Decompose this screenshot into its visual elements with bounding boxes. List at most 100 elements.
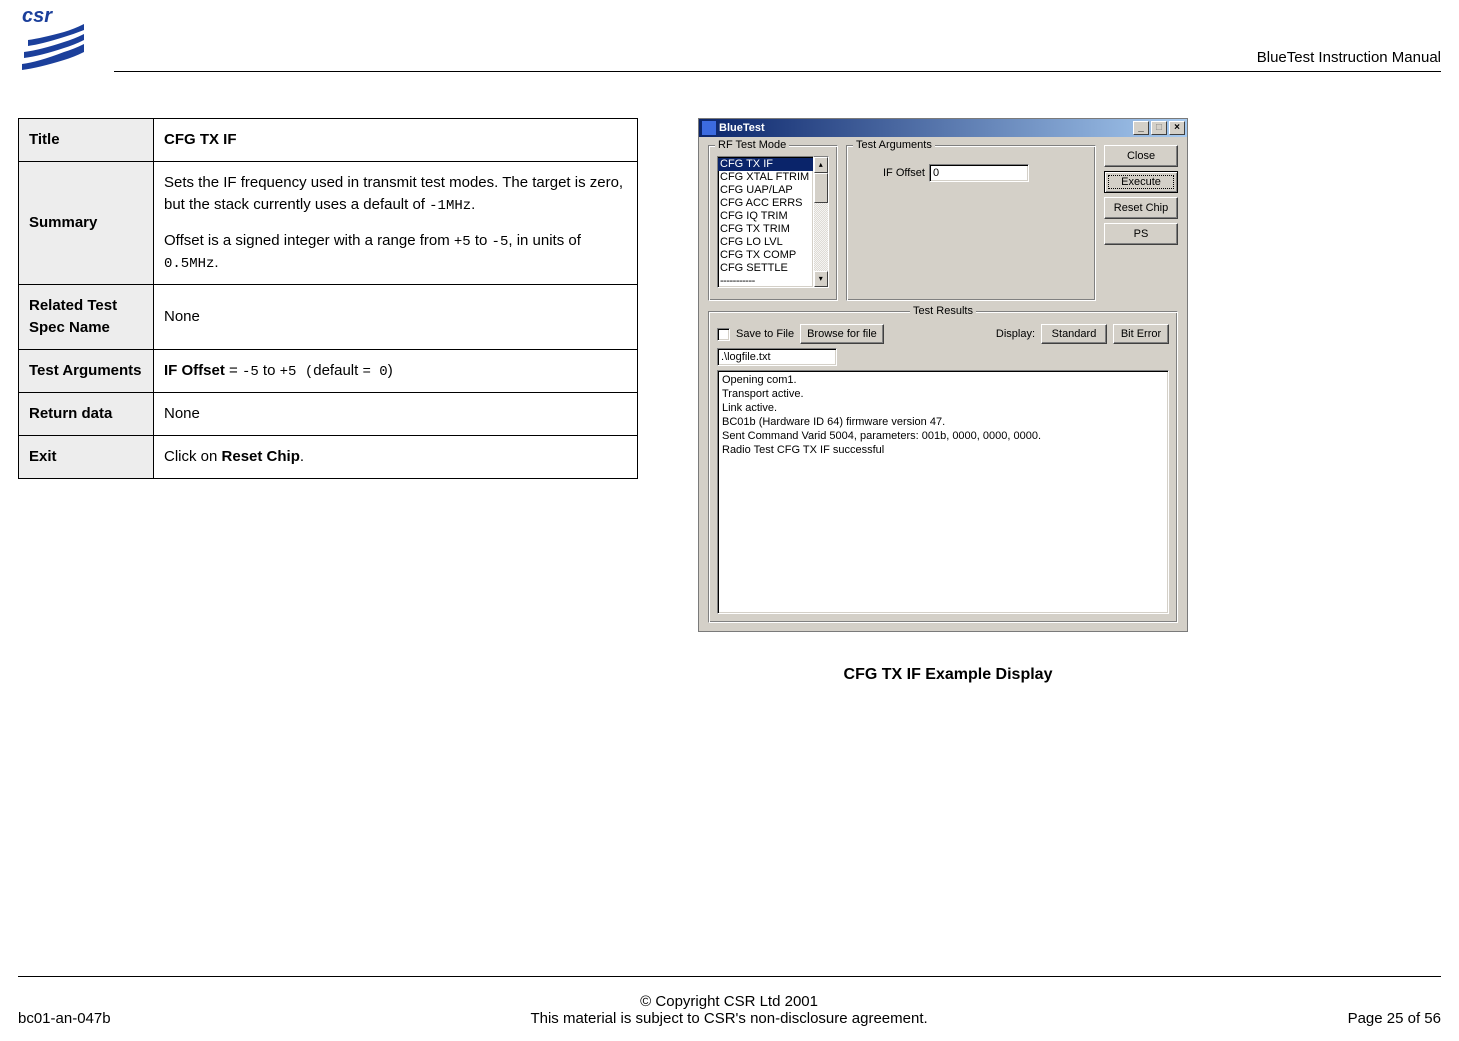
if-offset-input[interactable]: 0: [929, 164, 1029, 182]
t: Sets the IF frequency used in transmit t…: [164, 174, 623, 213]
row-args: Test Arguments IF Offset = -5 to +5 (def…: [19, 349, 638, 392]
if-offset-label: IF Offset: [883, 167, 925, 179]
t: default: [313, 362, 362, 379]
save-to-file-checkbox[interactable]: [717, 328, 730, 341]
t: , in units of: [508, 232, 581, 249]
t: ): [388, 362, 393, 379]
t: +5: [280, 364, 297, 380]
listbox-items[interactable]: CFG TX IF CFG XTAL FTRIM CFG UAP/LAP CFG…: [717, 156, 814, 288]
footer-right: Page 25 of 56: [1348, 1010, 1441, 1027]
listbox[interactable]: CFG TX IF CFG XTAL FTRIM CFG UAP/LAP CFG…: [717, 156, 829, 288]
t: (: [296, 364, 313, 380]
cell-title-value: CFG TX IF: [154, 119, 638, 162]
footer-rule: [18, 976, 1441, 977]
log-line: BC01b (Hardware ID 64) firmware version …: [722, 415, 1164, 429]
cell-related-label: Related Test Spec Name: [19, 285, 154, 350]
bluetest-window: BlueTest _ □ × RF Test Mode CFG TX I: [698, 118, 1188, 632]
list-item[interactable]: CFG LO LVL: [718, 236, 813, 249]
logfile-input[interactable]: .\logfile.txt: [717, 348, 837, 366]
cell-related-value: None: [154, 285, 638, 350]
list-item[interactable]: CFG UAP/LAP: [718, 184, 813, 197]
rf-group-title: RF Test Mode: [715, 139, 789, 151]
t: -5: [242, 364, 259, 380]
minimize-icon[interactable]: _: [1133, 121, 1149, 135]
t: Offset is a signed integer with a range …: [164, 232, 454, 249]
row-return: Return data None: [19, 393, 638, 436]
standard-button[interactable]: Standard: [1041, 324, 1107, 344]
log-line: Transport active.: [722, 387, 1164, 401]
list-item[interactable]: CFG TX COMP: [718, 249, 813, 262]
header-title: BlueTest Instruction Manual: [1257, 49, 1441, 66]
titlebar-buttons: _ □ ×: [1131, 121, 1187, 135]
log-line: Link active.: [722, 401, 1164, 415]
titlebar-text: BlueTest: [719, 119, 765, 137]
if-offset-row: IF Offset 0: [883, 164, 1087, 182]
caption: CFG TX IF Example Display: [698, 666, 1198, 684]
list-item[interactable]: CFG XTAL FTRIM: [718, 171, 813, 184]
save-to-file-label: Save to File: [736, 328, 794, 340]
summary-p2: Offset is a signed integer with a range …: [164, 230, 627, 275]
reset-chip-button[interactable]: Reset Chip: [1104, 197, 1178, 219]
scroll-down-icon[interactable]: ▾: [814, 271, 828, 287]
content: Title CFG TX IF Summary Sets the IF freq…: [18, 118, 1441, 684]
summary-p1: Sets the IF frequency used in transmit t…: [164, 172, 627, 216]
t: =: [225, 362, 242, 379]
t: .: [214, 254, 218, 271]
window-body: RF Test Mode CFG TX IF CFG XTAL FTRIM CF…: [699, 137, 1187, 631]
cell-args-value: IF Offset = -5 to +5 (default = 0): [154, 349, 638, 392]
footer-left: bc01-an-047b: [18, 1010, 111, 1027]
cell-args-label: Test Arguments: [19, 349, 154, 392]
csr-logo: csr: [18, 4, 96, 72]
log-line: Sent Command Varid 5004, parameters: 001…: [722, 429, 1164, 443]
scrollbar[interactable]: ▴ ▾: [814, 156, 829, 288]
t: 0.5MHz: [164, 256, 214, 272]
test-args-group: Test Arguments IF Offset 0: [846, 145, 1096, 301]
side-buttons: Close Execute Reset Chip PS: [1104, 145, 1178, 301]
list-separator: [718, 275, 813, 288]
scroll-thumb[interactable]: [814, 173, 828, 203]
footer: bc01-an-047b © Copyright CSR Ltd 2001 Th…: [18, 993, 1441, 1027]
cell-exit-value: Click on Reset Chip.: [154, 435, 638, 478]
close-button[interactable]: Close: [1104, 145, 1178, 167]
browse-button[interactable]: Browse for file: [800, 324, 884, 344]
maximize-icon[interactable]: □: [1151, 121, 1167, 135]
t: Reset Chip: [222, 448, 300, 465]
row-summary: Summary Sets the IF frequency used in tr…: [19, 161, 638, 285]
footer-center: © Copyright CSR Ltd 2001 This material i…: [111, 993, 1348, 1027]
list-item[interactable]: CFG ACC ERRS: [718, 197, 813, 210]
log-textarea[interactable]: Opening com1. Transport active. Link act…: [717, 370, 1169, 614]
test-results-group: Test Results Save to File Browse for fil…: [708, 311, 1178, 623]
info-table-area: Title CFG TX IF Summary Sets the IF freq…: [18, 118, 638, 684]
cell-title-label: Title: [19, 119, 154, 162]
titlebar[interactable]: BlueTest _ □ ×: [699, 119, 1187, 137]
list-item[interactable]: CFG SETTLE: [718, 262, 813, 275]
list-item[interactable]: CFG IQ TRIM: [718, 210, 813, 223]
display-label: Display:: [996, 328, 1035, 340]
execute-button[interactable]: Execute: [1104, 171, 1178, 193]
app-icon: [702, 121, 716, 135]
copyright: © Copyright CSR Ltd 2001: [111, 993, 1348, 1010]
log-line: Opening com1.: [722, 373, 1164, 387]
results-row-1: Save to File Browse for file Display: St…: [717, 324, 1169, 344]
list-item[interactable]: CFG TX IF: [718, 158, 813, 171]
row-related: Related Test Spec Name None: [19, 285, 638, 350]
cell-return-value: None: [154, 393, 638, 436]
args-group-title: Test Arguments: [853, 139, 935, 151]
scroll-track[interactable]: [814, 203, 828, 271]
t: -1MHz: [429, 198, 471, 214]
rf-test-mode-group: RF Test Mode CFG TX IF CFG XTAL FTRIM CF…: [708, 145, 838, 301]
nda-note: This material is subject to CSR's non-di…: [111, 1010, 1348, 1027]
svg-text:csr: csr: [22, 5, 53, 27]
t: .: [471, 196, 475, 213]
t: -5: [492, 234, 509, 250]
list-item[interactable]: CFG TX TRIM: [718, 223, 813, 236]
t: .: [300, 448, 304, 465]
cell-exit-label: Exit: [19, 435, 154, 478]
bit-error-button[interactable]: Bit Error: [1113, 324, 1169, 344]
cell-summary-label: Summary: [19, 161, 154, 285]
ps-button[interactable]: PS: [1104, 223, 1178, 245]
t: = 0: [362, 364, 387, 380]
close-icon[interactable]: ×: [1169, 121, 1185, 135]
scroll-up-icon[interactable]: ▴: [814, 157, 828, 173]
t: +5: [454, 234, 471, 250]
